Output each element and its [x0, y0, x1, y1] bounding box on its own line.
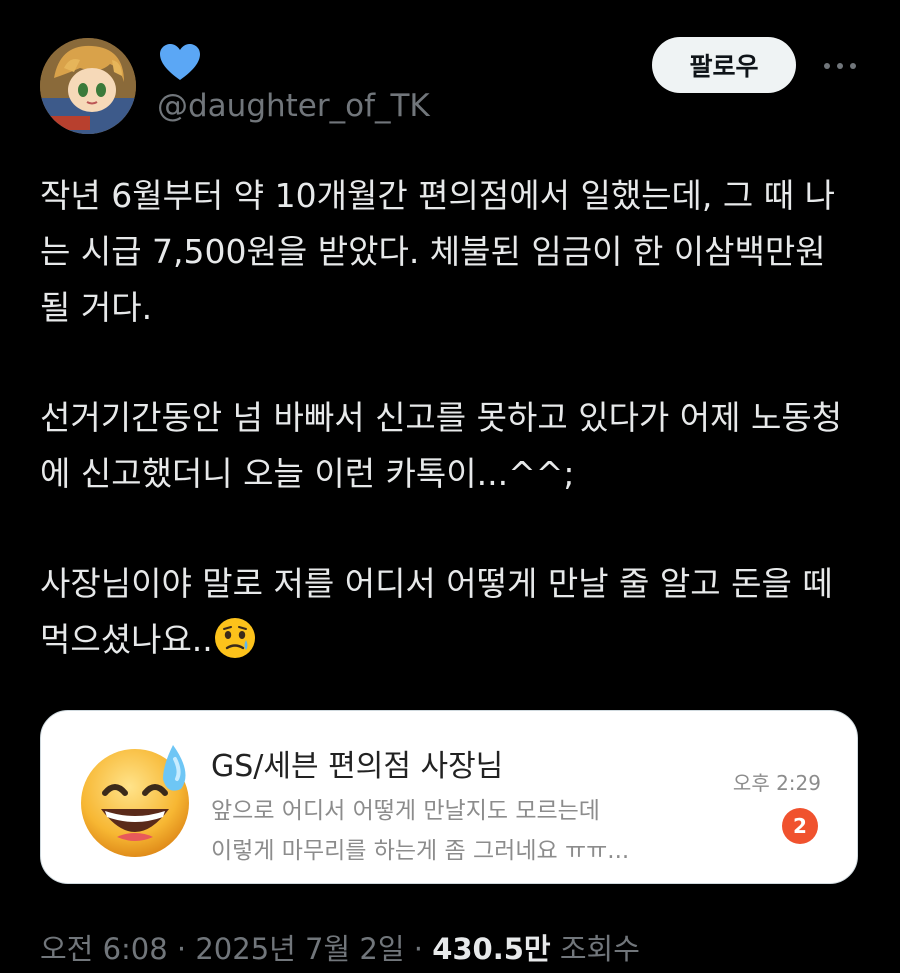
tweet-meta: 오전 6:08 · 2025년 7월 2일 · 430.5만 조회수: [40, 926, 640, 968]
tweet-paragraph: 작년 6월부터 약 10개월간 편의점에서 일했는데, 그 때 나는 시급 7,…: [40, 176, 835, 327]
chat-sender-name: GS/세븐 편의점 사장님: [211, 749, 504, 784]
chat-message-line: 앞으로 어디서 어떻게 만날지도 모르는데: [211, 798, 600, 824]
grinning-face-with-sweat-emoji: [75, 737, 201, 863]
tweet-header: @daughter_of_TK 팔로우: [0, 0, 900, 150]
follow-button[interactable]: 팔로우: [652, 37, 796, 93]
tweet-time[interactable]: 오전 6:08: [40, 932, 168, 966]
meta-separator: ·: [176, 932, 187, 966]
face-holding-back-tears-emoji: [213, 616, 257, 660]
unread-count-badge: 2: [782, 808, 818, 844]
blue-heart-icon: [158, 42, 202, 82]
tweet-date[interactable]: 2025년 7월 2일: [195, 932, 404, 966]
tweet-paragraph-text: 사장님이야 말로 저를 어디서 어떻게 만날 줄 알고 돈을 떼먹으셨나요..: [40, 564, 833, 659]
meta-separator: ·: [413, 932, 423, 966]
tweet-paragraph-last: 사장님이야 말로 저를 어디서 어떻게 만날 줄 알고 돈을 떼먹으셨나요..: [40, 556, 860, 668]
tweet-paragraph: 선거기간동안 넘 바빠서 신고를 못하고 있다가 어제 노동청에 신고했더니 오…: [40, 398, 843, 493]
avatar-image: [40, 38, 136, 134]
kakaotalk-chat-card[interactable]: GS/세븐 편의점 사장님 앞으로 어디서 어떻게 만날지도 모르는데 이렇게 …: [40, 710, 858, 884]
avatar[interactable]: [40, 38, 136, 134]
views-label: 조회수: [559, 932, 640, 966]
chat-message-line: 이렇게 마무리를 하는게 좀 그러네요 ㅠㅠ...: [211, 838, 630, 864]
chat-time: 오후 2:29: [732, 771, 821, 795]
author-handle[interactable]: @daughter_of_TK: [157, 88, 430, 124]
views-count: 430.5만: [432, 932, 551, 966]
more-options-icon[interactable]: [820, 56, 860, 76]
tweet-text: 작년 6월부터 약 10개월간 편의점에서 일했는데, 그 때 나는 시급 7,…: [40, 168, 860, 668]
